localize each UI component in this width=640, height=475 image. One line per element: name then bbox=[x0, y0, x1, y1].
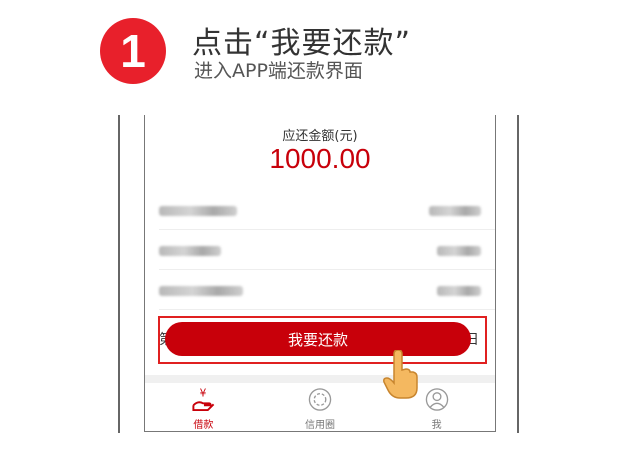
amount-due-value: 1000.00 bbox=[269, 143, 371, 174]
divider bbox=[159, 269, 495, 270]
blurred-value bbox=[429, 206, 481, 216]
blurred-label bbox=[159, 286, 243, 296]
blurred-value bbox=[437, 286, 481, 296]
circle-icon bbox=[308, 388, 332, 411]
phone-screen: 应还金额(元) 1000.00 第 日 ¥ 借款 bbox=[144, 115, 496, 432]
step-subtitle: 进入APP端还款界面 bbox=[194, 60, 363, 82]
tab-borrow-label: 借款 bbox=[193, 420, 214, 431]
tab-credit-circle-label: 信用圈 bbox=[304, 420, 335, 431]
step-number-badge: 1 bbox=[100, 18, 166, 84]
amount-due-label: 应还金额(元) bbox=[282, 129, 358, 144]
blurred-label bbox=[159, 246, 221, 256]
blurred-label bbox=[159, 206, 237, 216]
tab-credit-circle[interactable]: 信用圈 bbox=[270, 383, 370, 431]
blurred-value bbox=[437, 246, 481, 256]
hand-yen-icon: ¥ bbox=[192, 388, 215, 412]
pointing-hand-icon bbox=[383, 350, 418, 399]
step-number: 1 bbox=[120, 25, 146, 77]
blurred-detail-row bbox=[159, 203, 481, 219]
blurred-detail-row bbox=[159, 283, 481, 299]
tab-borrow[interactable]: ¥ 借款 bbox=[153, 383, 253, 431]
divider bbox=[159, 309, 495, 310]
frame-line-left bbox=[118, 115, 120, 433]
blurred-detail-row bbox=[159, 243, 481, 259]
svg-text:¥: ¥ bbox=[200, 388, 207, 400]
tab-me-label: 我 bbox=[431, 420, 442, 431]
bottom-tabbar: ¥ 借款 信用圈 我 bbox=[145, 383, 495, 431]
user-icon bbox=[425, 388, 448, 411]
divider bbox=[159, 229, 495, 230]
frame-line-right bbox=[517, 115, 519, 433]
tabbar-separator bbox=[145, 375, 495, 383]
repay-button[interactable]: 我要还款 bbox=[165, 322, 471, 356]
